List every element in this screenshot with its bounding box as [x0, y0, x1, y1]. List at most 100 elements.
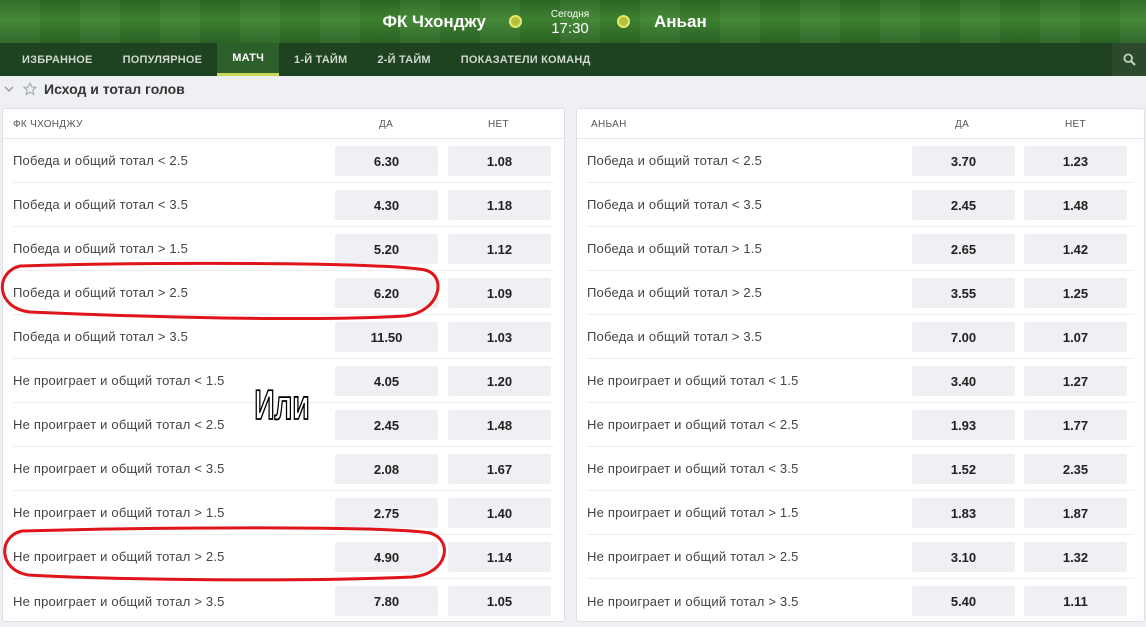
odd-yes-button[interactable]: 3.40: [912, 366, 1015, 396]
yes-column-title: ДА: [955, 119, 970, 130]
odd-no-button[interactable]: 1.18: [448, 190, 551, 220]
odd-yes-button[interactable]: 1.93: [912, 410, 1015, 440]
odd-no-button[interactable]: 1.27: [1024, 366, 1127, 396]
tab-team-stats[interactable]: ПОКАЗАТЕЛИ КОМАНД: [446, 43, 606, 76]
odds-row: Не проиграет и общий тотал < 3.5 2.08 1.67: [13, 447, 554, 491]
odds-row: Победа и общий тотал > 2.5 6.20 1.09: [13, 271, 554, 315]
odds-row-label: Победа и общий тотал < 3.5: [13, 197, 189, 212]
search-button[interactable]: [1112, 43, 1146, 76]
odd-yes-button[interactable]: 3.10: [912, 542, 1015, 572]
odd-yes-button[interactable]: 5.20: [335, 234, 438, 264]
odd-yes-button[interactable]: 1.52: [912, 454, 1015, 484]
odd-no-button[interactable]: 1.87: [1024, 498, 1127, 528]
home-market-rows: Победа и общий тотал < 2.5 6.30 1.08 Победа…: [3, 139, 564, 623]
odd-no-button[interactable]: 1.77: [1024, 410, 1127, 440]
market-group-header[interactable]: Исход и тотал голов: [0, 78, 1146, 100]
odd-no-button[interactable]: 1.08: [448, 146, 551, 176]
market-nav: ИЗБРАННОЕ ПОПУЛЯРНОЕ МАТЧ 1-Й ТАЙМ 2-Й Т…: [0, 43, 1146, 76]
away-market-panel: АНЬАН ДА НЕТ Победа и общий тотал < 2.5 3…: [576, 108, 1145, 622]
odds-row: Не проиграет и общий тотал < 3.5 1.52 2.35: [587, 447, 1134, 491]
search-icon: [1122, 53, 1136, 66]
odd-no-button[interactable]: 1.20: [448, 366, 551, 396]
odd-no-button[interactable]: 1.42: [1024, 234, 1127, 264]
odds-row: Не проиграет и общий тотал > 1.5 2.75 1.40: [13, 491, 554, 535]
odd-no-button[interactable]: 2.35: [1024, 454, 1127, 484]
tab-popular[interactable]: ПОПУЛЯРНОЕ: [108, 43, 218, 76]
odds-row: Победа и общий тотал > 2.5 3.55 1.25: [587, 271, 1134, 315]
odds-row-label: Победа и общий тотал > 1.5: [587, 241, 763, 256]
odd-no-button[interactable]: 1.40: [448, 498, 551, 528]
odd-yes-button[interactable]: 4.90: [335, 542, 438, 572]
odd-yes-button[interactable]: 2.45: [912, 190, 1015, 220]
odd-yes-button[interactable]: 4.05: [335, 366, 438, 396]
market-group-title: Исход и тотал голов: [44, 81, 185, 97]
odd-no-button[interactable]: 1.09: [448, 278, 551, 308]
odd-yes-button[interactable]: 3.55: [912, 278, 1015, 308]
odd-yes-button[interactable]: 2.45: [335, 410, 438, 440]
odd-no-button[interactable]: 1.32: [1024, 542, 1127, 572]
odd-no-button[interactable]: 1.03: [448, 322, 551, 352]
odd-yes-button[interactable]: 4.30: [335, 190, 438, 220]
odds-row-label: Не проиграет и общий тотал > 3.5: [587, 593, 799, 609]
odd-yes-button[interactable]: 2.65: [912, 234, 1015, 264]
odds-row-label: Не проиграет и общий тотал < 1.5: [13, 373, 225, 388]
odd-yes-button[interactable]: 11.50: [335, 322, 438, 352]
odd-no-button[interactable]: 1.07: [1024, 322, 1127, 352]
match-header: ФК Чхонджу Сегодня 17:30 Аньан: [0, 0, 1146, 43]
odds-row: Не проиграет и общий тотал > 3.5 5.40 1.11: [587, 579, 1134, 623]
tab-first-half[interactable]: 1-Й ТАЙМ: [279, 43, 362, 76]
odds-row: Не проиграет и общий тотал > 2.5 4.90 1.14: [13, 535, 554, 579]
home-market-head: ФК ЧХОНДЖУ ДА НЕТ: [3, 109, 564, 139]
away-market-head: АНЬАН ДА НЕТ: [577, 109, 1144, 139]
odd-no-button[interactable]: 1.05: [448, 586, 551, 616]
odd-yes-button[interactable]: 6.30: [335, 146, 438, 176]
odds-row: Не проиграет и общий тотал > 1.5 1.83 1.87: [587, 491, 1134, 535]
odd-yes-button[interactable]: 7.80: [335, 586, 438, 616]
odd-no-button[interactable]: 1.48: [1024, 190, 1127, 220]
odds-row-label: Не проиграет и общий тотал < 2.5: [13, 417, 225, 432]
home-market-panel: ФК ЧХОНДЖУ ДА НЕТ Победа и общий тотал <…: [2, 108, 565, 622]
away-team-column-title: АНЬАН: [591, 119, 627, 130]
odds-row: Победа и общий тотал < 2.5 6.30 1.08: [13, 139, 554, 183]
odds-row-label: Победа и общий тотал < 2.5: [587, 153, 763, 168]
odd-yes-button[interactable]: 2.75: [335, 498, 438, 528]
odd-yes-button[interactable]: 1.83: [912, 498, 1015, 528]
odds-row-label: Победа и общий тотал > 2.5: [587, 285, 763, 300]
odd-yes-button[interactable]: 3.70: [912, 146, 1015, 176]
no-column-title: НЕТ: [488, 119, 509, 130]
odds-row: Победа и общий тотал > 3.5 7.00 1.07: [587, 315, 1134, 359]
odd-no-button[interactable]: 1.12: [448, 234, 551, 264]
odd-yes-button[interactable]: 6.20: [335, 278, 438, 308]
odds-row-label: Победа и общий тотал < 2.5: [13, 153, 189, 168]
odds-row-label: Не проиграет и общий тотал > 1.5: [587, 505, 799, 520]
odd-no-button[interactable]: 1.67: [448, 454, 551, 484]
tab-match[interactable]: МАТЧ: [217, 43, 280, 76]
tab-second-half[interactable]: 2-Й ТАЙМ: [362, 43, 445, 76]
odds-row: Победа и общий тотал > 3.5 11.50 1.03: [13, 315, 554, 359]
away-team-name: Аньан: [654, 12, 707, 31]
odd-yes-button[interactable]: 7.00: [912, 322, 1015, 352]
odd-no-button[interactable]: 1.25: [1024, 278, 1127, 308]
odd-yes-button[interactable]: 5.40: [912, 586, 1015, 616]
away-team-dot-icon: [617, 15, 630, 28]
odds-row: Не проиграет и общий тотал < 1.5 3.40 1.27: [587, 359, 1134, 403]
odd-no-button[interactable]: 1.48: [448, 410, 551, 440]
odds-row-label: Не проиграет и общий тотал < 2.5: [587, 417, 799, 432]
odd-no-button[interactable]: 1.11: [1024, 586, 1127, 616]
away-market-rows: Победа и общий тотал < 2.5 3.70 1.23 Победа…: [577, 139, 1144, 623]
tab-favorites[interactable]: ИЗБРАННОЕ: [0, 43, 108, 76]
odds-row: Не проиграет и общий тотал < 2.5 2.45 1.48: [13, 403, 554, 447]
chevron-down-icon[interactable]: [2, 82, 16, 96]
odd-no-button[interactable]: 1.14: [448, 542, 551, 572]
odds-row: Не проиграет и общий тотал < 1.5 4.05 1.20: [13, 359, 554, 403]
odd-yes-button[interactable]: 2.08: [335, 454, 438, 484]
no-column-title: НЕТ: [1065, 119, 1086, 130]
star-outline-icon[interactable]: [22, 81, 38, 97]
odds-row-label: Победа и общий тотал > 3.5: [13, 329, 189, 344]
odd-no-button[interactable]: 1.23: [1024, 146, 1127, 176]
odds-row: Победа и общий тотал < 2.5 3.70 1.23: [587, 139, 1134, 183]
odds-row: Победа и общий тотал > 1.5 2.65 1.42: [587, 227, 1134, 271]
odds-row-label: Победа и общий тотал > 3.5: [587, 329, 763, 344]
odds-row-label: Победа и общий тотал < 3.5: [587, 197, 763, 212]
odds-row-label: Не проиграет и общий тотал > 3.5: [13, 593, 225, 609]
